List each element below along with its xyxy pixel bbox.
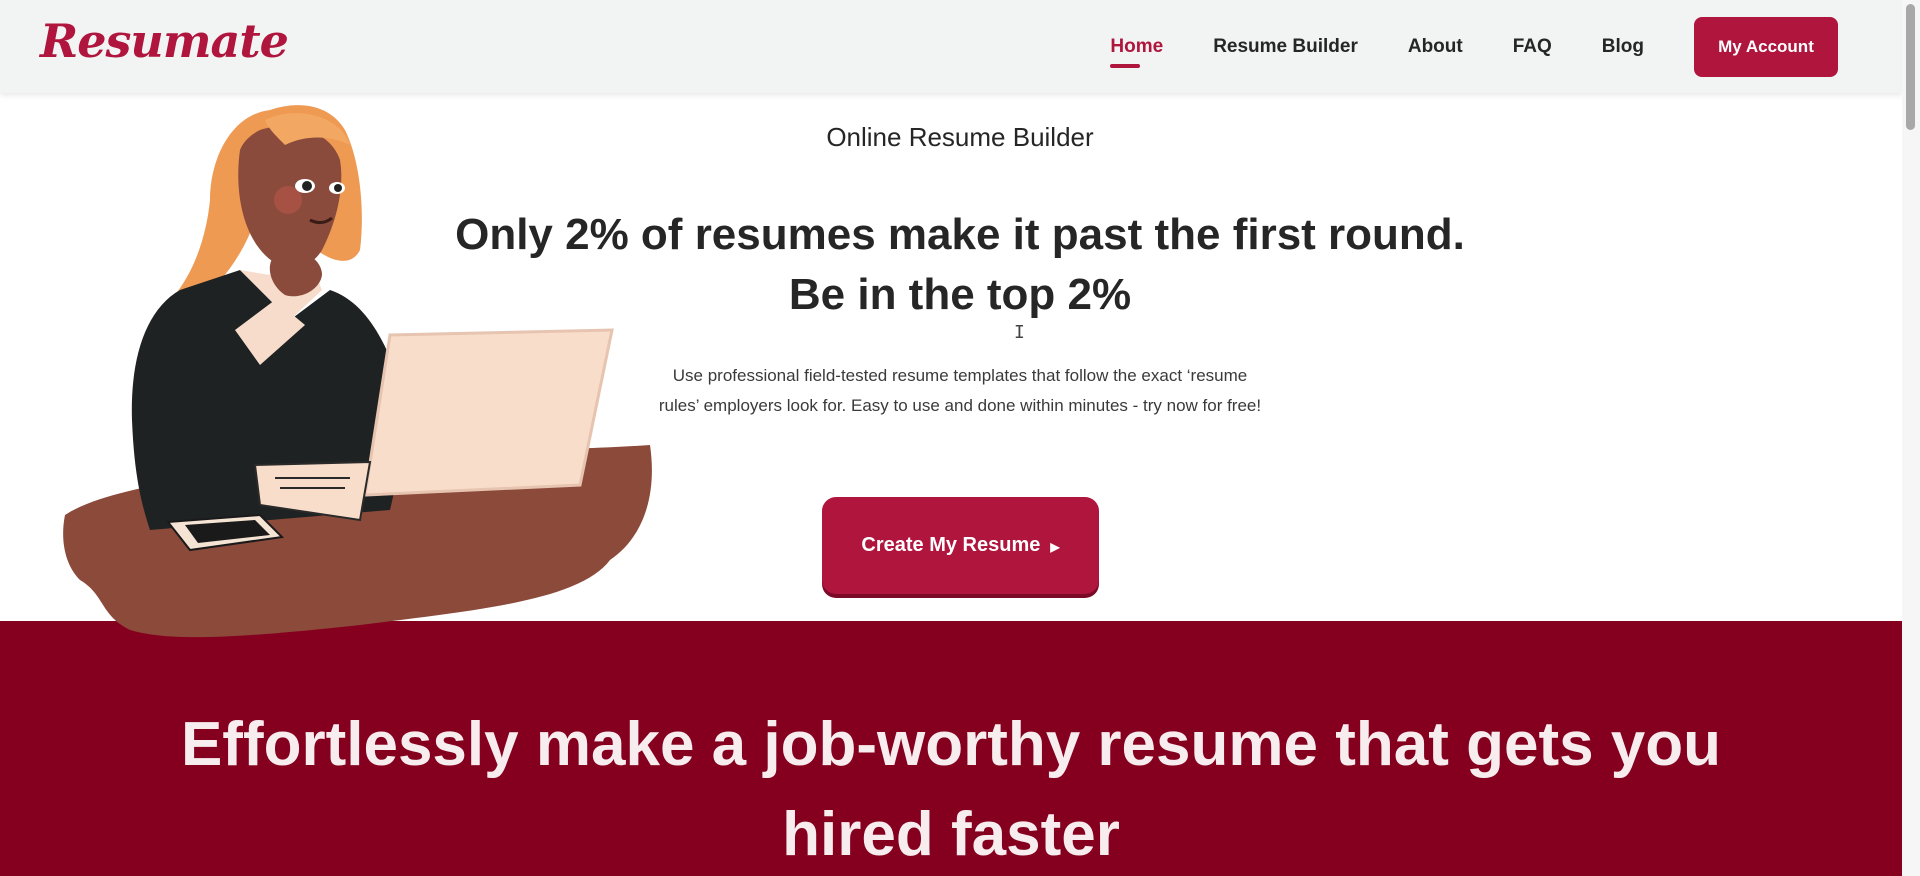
- cta-label: Create My Resume: [861, 534, 1041, 556]
- page: Resumate Home Resume Builder About FAQ B…: [0, 0, 1920, 876]
- text-cursor-icon: I: [1014, 322, 1025, 343]
- band-title: Effortlessly make a job-worthy resume th…: [0, 700, 1902, 876]
- site-header: Resumate Home Resume Builder About FAQ B…: [0, 0, 1902, 93]
- band-title-line1: Effortlessly make a job-worthy resume th…: [180, 710, 1722, 779]
- main-nav: Home Resume Builder About FAQ Blog My Ac…: [1110, 0, 1902, 93]
- nav-blog[interactable]: Blog: [1602, 36, 1644, 58]
- hero-description: Use professional field-tested resume tem…: [658, 366, 1262, 415]
- create-my-resume-button[interactable]: Create My Resume ▶: [822, 497, 1099, 594]
- my-account-button[interactable]: My Account: [1694, 16, 1838, 77]
- nav-resume-builder[interactable]: Resume Builder: [1213, 36, 1358, 58]
- scrollbar-thumb[interactable]: [1906, 4, 1915, 130]
- pupil-left: [302, 181, 312, 191]
- band-title-line2: hired faster: [782, 800, 1120, 869]
- pupil-right: [334, 184, 342, 192]
- nav-faq[interactable]: FAQ: [1513, 36, 1552, 58]
- resumate-logo[interactable]: Resumate: [40, 14, 289, 68]
- page-scrollbar[interactable]: [1902, 0, 1920, 876]
- laptop-screen-shape: [363, 328, 614, 497]
- nav-about[interactable]: About: [1408, 36, 1463, 58]
- woman-at-laptop-illustration: [63, 105, 652, 638]
- triangle-right-icon: ▶: [1050, 540, 1060, 554]
- nav-home[interactable]: Home: [1110, 36, 1163, 68]
